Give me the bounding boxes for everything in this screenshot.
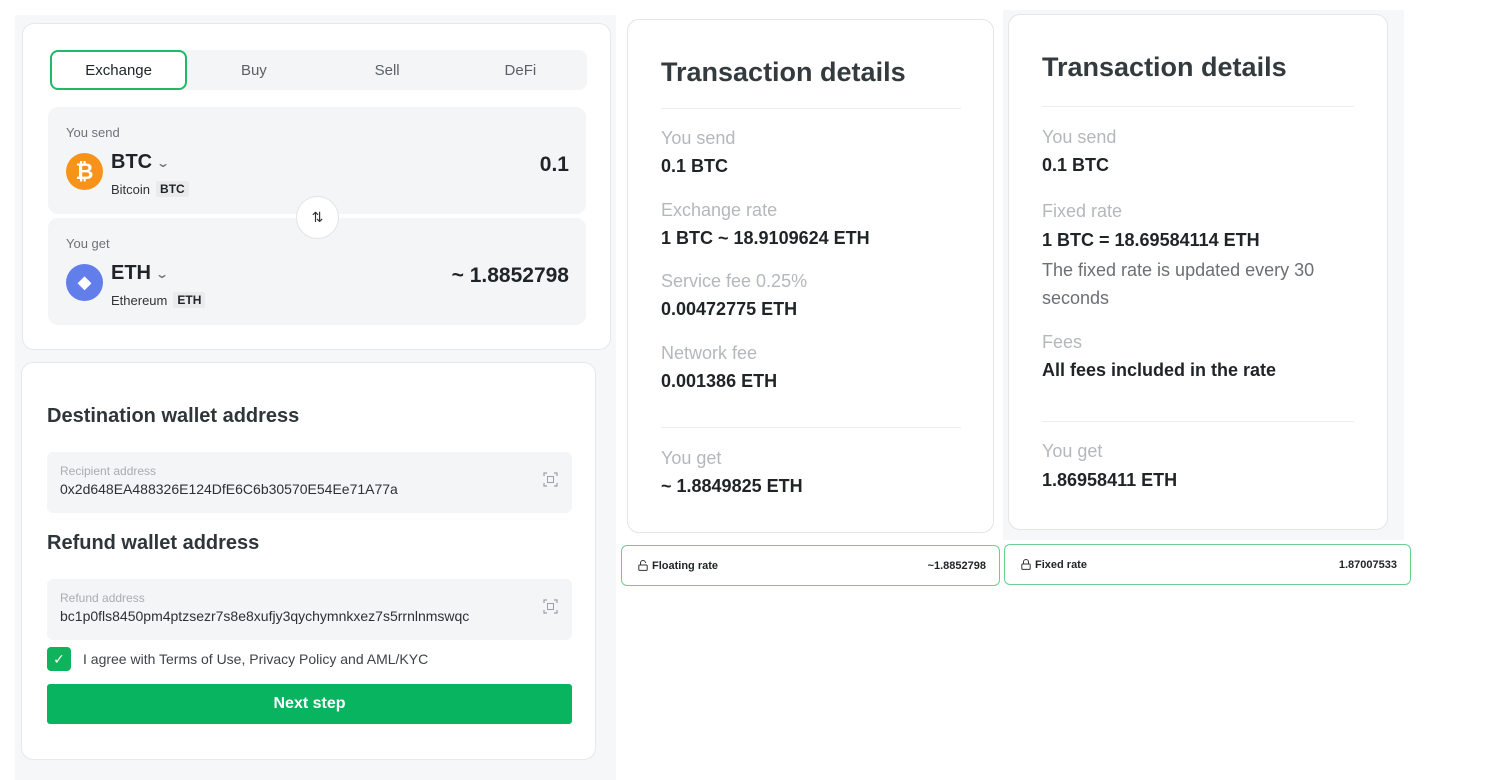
lock-icon — [1021, 559, 1031, 570]
fixed-rate-note: The fixed rate is updated every 30 secon… — [1042, 260, 1315, 308]
details-title: Transaction details — [1042, 52, 1287, 82]
divider — [661, 108, 961, 109]
send-coin-name: Bitcoin — [111, 181, 151, 197]
terms-checkbox[interactable]: ✓ — [47, 647, 71, 671]
terms-agreement-row: ✓ I agree with Terms of Use, Privacy Pol… — [47, 647, 428, 671]
unlock-icon — [638, 560, 648, 571]
floating-rate-label: Floating rate — [652, 559, 719, 572]
get-coin-name-row: Ethereum ETH — [111, 292, 206, 308]
floating-rate-option[interactable]: Floating rate ~1.8852798 — [621, 545, 1000, 586]
wallet-address-form: Destination wallet address Recipient add… — [21, 362, 596, 760]
ethereum-icon: ◆ — [66, 264, 103, 301]
you-get-label: You get — [1042, 441, 1103, 461]
fixed-rate-value: 1.87007533 — [1338, 558, 1397, 571]
you-get-label: You get — [661, 448, 722, 468]
you-get-value: 1.86958411 ETH — [1042, 470, 1178, 490]
floating-rate-value: ~1.8852798 — [927, 559, 986, 572]
tab-exchange[interactable]: Exchange — [50, 50, 188, 90]
chevron-down-icon: ⌄ — [154, 266, 170, 281]
divider — [1042, 106, 1354, 107]
refund-address-placeholder: Refund address — [60, 591, 145, 605]
terms-text: I agree with Terms of Use, Privacy Polic… — [83, 651, 429, 667]
tab-sell[interactable]: Sell — [321, 50, 454, 90]
fixed-rate-label: Fixed rate — [1035, 558, 1087, 571]
send-coin-name-row: Bitcoin BTC — [111, 181, 189, 197]
refund-address-value: bc1p0fls8450pm4ptzsezr7s8e8xufjy3qychymn… — [60, 608, 470, 624]
send-coin-badge: BTC — [156, 181, 189, 197]
bitcoin-icon: ₿ — [66, 153, 103, 190]
service-fee-label: Service fee 0.25% — [661, 271, 808, 291]
chevron-down-icon: ⌄ — [156, 155, 171, 170]
floating-rate-label-group: Floating rate — [638, 560, 718, 572]
divider — [661, 427, 961, 428]
destination-wallet-title: Destination wallet address — [47, 405, 300, 427]
you-send-label: You send — [661, 128, 736, 148]
exchange-rate-value: 1 BTC ~ 18.9109624 ETH — [661, 228, 870, 248]
exchange-tabs: Exchange Buy Sell DeFi — [50, 50, 587, 90]
you-send-value: 0.1 BTC — [1042, 155, 1110, 175]
fixed-rate-value: 1 BTC = 18.69584114 ETH — [1042, 230, 1260, 250]
divider — [1042, 421, 1354, 422]
recipient-address-placeholder: Recipient address — [60, 464, 157, 478]
exchange-widget: Exchange Buy Sell DeFi You send ₿ BTC ⌄ … — [22, 23, 611, 350]
send-ticker: BTC — [111, 151, 153, 173]
next-step-button[interactable]: Next step — [47, 684, 572, 724]
tab-buy[interactable]: Buy — [187, 50, 320, 90]
you-send-value: 0.1 BTC — [661, 156, 729, 176]
checkmark-icon: ✓ — [53, 650, 65, 667]
recipient-address-field[interactable]: Recipient address 0x2d648EA488326E124DfE… — [47, 452, 572, 513]
refund-wallet-title: Refund wallet address — [47, 532, 260, 554]
qr-scan-icon[interactable] — [543, 472, 558, 487]
send-amount-input[interactable]: 0.1 — [540, 153, 569, 177]
get-label: You get — [66, 236, 110, 251]
details-title: Transaction details — [661, 57, 906, 87]
network-fee-label: Network fee — [661, 343, 758, 363]
exchange-rate-label: Exchange rate — [661, 200, 778, 220]
fixed-rate-label: Fixed rate — [1042, 201, 1123, 221]
fixed-rate-option[interactable]: Fixed rate 1.87007533 — [1004, 544, 1411, 585]
send-label: You send — [66, 125, 120, 140]
swap-currencies-button[interactable]: ⇅ — [296, 196, 339, 239]
refund-address-field[interactable]: Refund address bc1p0fls8450pm4ptzsezr7s8… — [47, 579, 572, 640]
transaction-details-floating: Transaction details You send 0.1 BTC Exc… — [627, 19, 994, 533]
transaction-details-fixed: Transaction details You send 0.1 BTC Fix… — [1008, 14, 1388, 530]
get-coin-name: Ethereum — [111, 292, 168, 308]
fixed-rate-label-group: Fixed rate — [1021, 559, 1087, 571]
get-currency-selector[interactable]: ETH ⌄ — [111, 262, 170, 285]
get-ticker: ETH — [111, 262, 151, 284]
fees-value: All fees included in the rate — [1042, 360, 1277, 380]
get-coin-badge: ETH — [173, 292, 206, 308]
fees-label: Fees — [1042, 332, 1083, 352]
tab-defi[interactable]: DeFi — [454, 50, 587, 90]
recipient-address-value: 0x2d648EA488326E124DfE6C6b30570E54Ee71A7… — [60, 481, 398, 497]
service-fee-value: 0.00472775 ETH — [661, 299, 798, 319]
you-get-value: ~ 1.8849825 ETH — [661, 476, 803, 496]
you-send-label: You send — [1042, 127, 1117, 147]
send-currency-selector[interactable]: BTC ⌄ — [111, 151, 171, 174]
get-amount-value: ~ 1.8852798 — [451, 264, 569, 287]
swap-arrows-icon: ⇅ — [311, 209, 324, 225]
network-fee-value: 0.001386 ETH — [661, 371, 778, 391]
qr-scan-icon[interactable] — [543, 599, 558, 614]
